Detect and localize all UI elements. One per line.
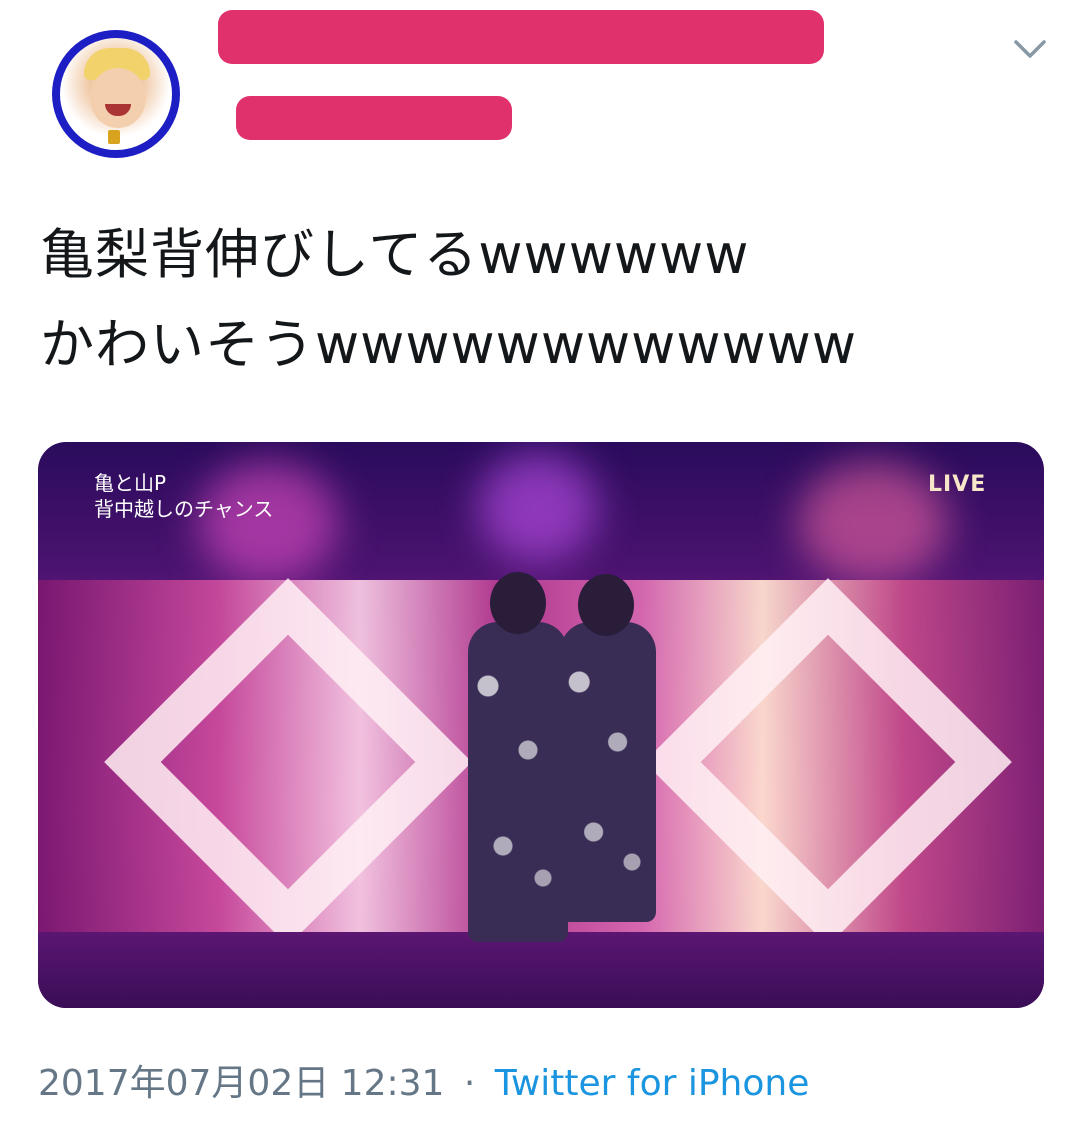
redacted-display-name [218,10,824,64]
stage-light [478,452,598,562]
performer [560,622,656,922]
video-caption-title: 亀と山P [94,471,167,495]
performer-head [578,574,634,636]
redacted-username [236,96,512,140]
live-badge: LIVE [928,472,987,497]
stage-floor [38,932,1044,1008]
video-caption-song: 背中越しのチャンス [94,497,274,521]
tweet-source-link[interactable]: Twitter for iPhone [495,1063,810,1104]
tweet-text: 亀梨背伸びしてるwwwwww かわいそうwwwwwwwwwwww [40,210,1040,390]
avatar[interactable] [52,30,180,158]
tweet-timestamp[interactable]: 2017年07月02日 12:31 [38,1063,444,1104]
stage-light [798,462,948,582]
tweet-meta: 2017年07月02日 12:31 · Twitter for iPhone [38,1060,809,1108]
tweet-media-video[interactable]: 亀と山P 背中越しのチャンス LIVE [38,442,1044,1008]
tweet-text-line: かわいそうwwwwwwwwwwww [40,313,857,376]
performer-head [490,572,546,634]
avatar-face [90,68,146,128]
tweet-text-line: 亀梨背伸びしてるwwwwww [40,223,750,286]
video-caption: 亀と山P 背中越しのチャンス [94,470,273,522]
performer [468,622,568,942]
avatar-medal [108,130,120,144]
chevron-down-icon[interactable] [1012,34,1048,62]
meta-separator: · [463,1063,476,1104]
